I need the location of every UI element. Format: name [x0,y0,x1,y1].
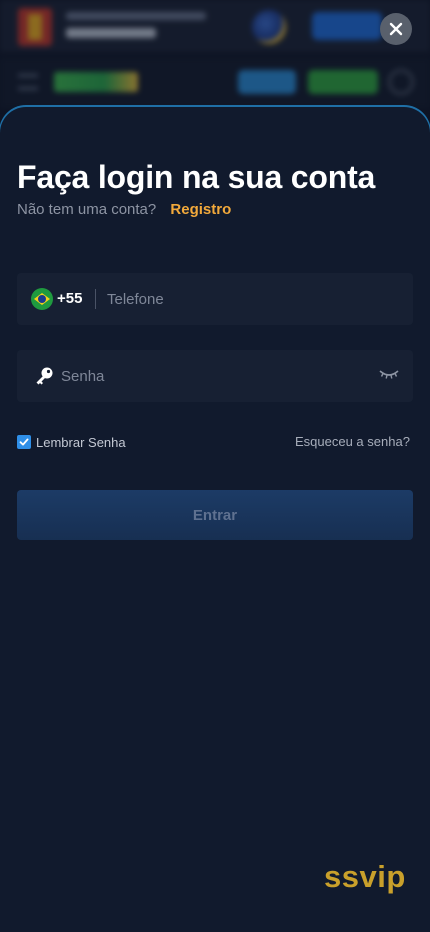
key-icon [36,367,53,385]
eye-closed-icon[interactable] [379,368,399,382]
remember-checkbox[interactable] [17,435,31,449]
country-code[interactable]: +55 [57,290,82,307]
background-text [66,28,156,38]
close-button[interactable] [380,13,412,45]
background-flag-logo [18,8,52,46]
watermark: ssvip [324,859,406,894]
page-title: Faça login na sua conta [17,159,376,195]
field-divider [95,289,96,309]
checkmark-icon [19,438,29,446]
register-prompt-text: Não tem uma conta? [17,201,157,218]
remember-label: Lembrar Senha [36,434,126,450]
background-button [312,12,382,40]
remember-password-toggle[interactable]: Lembrar Senha [17,434,126,450]
register-prompt: Não tem uma conta? Registro [17,201,231,218]
background-text [146,12,206,20]
close-icon [389,22,403,36]
background-button [238,70,296,94]
background-menu-icon [18,74,38,90]
background-ball-image [252,10,286,44]
login-screen: Faça login na sua conta Não tem uma cont… [0,0,430,932]
phone-input[interactable] [107,273,397,325]
login-sheet: Faça login na sua conta Não tem uma cont… [0,107,430,932]
background-profile-icon [388,69,414,95]
background-button [308,70,378,94]
forgot-password-link[interactable]: Esqueceu a senha? [295,434,410,449]
phone-field: +55 [17,273,413,325]
brazil-flag-icon[interactable] [31,288,53,310]
login-button[interactable]: Entrar [17,490,413,540]
background-logo [54,72,138,92]
password-input[interactable] [61,350,371,402]
register-link[interactable]: Registro [170,201,231,218]
password-field [17,350,413,402]
